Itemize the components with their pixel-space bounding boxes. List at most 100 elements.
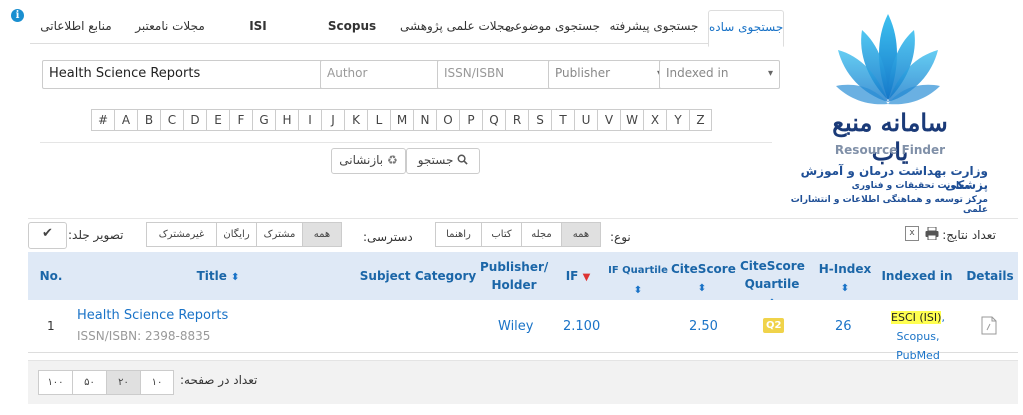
type-option-journal[interactable]: مجله <box>521 222 561 247</box>
alphabet-letter[interactable]: M <box>390 109 413 131</box>
access-option-nonsubscribed[interactable]: غیرمشترک <box>146 222 216 247</box>
alphabet-letter[interactable]: N <box>413 109 436 131</box>
access-filter-group: غیرمشترک رایگان مشترک همه <box>146 222 342 247</box>
alphabet-letter[interactable]: S <box>528 109 551 131</box>
hindex-value: 26 <box>835 319 852 334</box>
search-button-label: جستجو <box>417 153 454 167</box>
access-option-all[interactable]: همه <box>302 222 342 247</box>
publisher-select[interactable]: Publisher <box>548 60 669 89</box>
results-table-header: No. Title ⬍ Subject Category Publisher/ … <box>28 252 1018 309</box>
alphabet-letter[interactable]: W <box>620 109 643 131</box>
col-details: Details <box>966 269 1014 283</box>
search-tabs: جستجوی ساده جستجوی پیشرفته جستجوی موضوعی… <box>30 8 784 47</box>
publisher-link[interactable]: Wiley <box>498 319 533 334</box>
alphabet-letter[interactable]: O <box>436 109 459 131</box>
details-icon[interactable] <box>981 316 997 338</box>
col-publisher: Publisher/ Holder <box>480 260 549 292</box>
col-hindex[interactable]: H-Index ⬍ <box>818 260 872 298</box>
col-citescore-label: CiteScore <box>671 262 736 276</box>
search-button[interactable]: جستجو <box>406 148 480 174</box>
type-option-guide[interactable]: راهنما <box>435 222 481 247</box>
alphabet-letter[interactable]: # <box>91 109 114 131</box>
alphabet-letter[interactable]: U <box>574 109 597 131</box>
logo-title: سامانه منبع یاب <box>832 108 948 166</box>
sort-icon: ⬍ <box>633 285 643 296</box>
alphabet-letter[interactable]: P <box>459 109 482 131</box>
alphabet-letter[interactable]: E <box>206 109 229 131</box>
info-icon[interactable]: i <box>11 9 24 22</box>
tab-scopus[interactable]: Scopus <box>322 16 382 44</box>
alphabet-letter[interactable]: Q <box>482 109 505 131</box>
tab-subject-search[interactable]: جستجوی موضوعی <box>505 16 600 44</box>
alphabet-letter[interactable]: A <box>114 109 137 131</box>
col-title-label: Title <box>196 269 227 283</box>
col-title[interactable]: Title ⬍ <box>178 267 258 287</box>
col-subject: Subject Category <box>359 269 477 283</box>
page-size-50[interactable]: ۵۰ <box>72 370 106 395</box>
alphabet-letter[interactable]: H <box>275 109 298 131</box>
tab-invalid-journals[interactable]: مجلات نامعتبر <box>130 16 210 44</box>
search-panel: Health Science Reports Author ISSN/ISBN … <box>30 44 782 186</box>
page-size-100[interactable]: ۱۰۰ <box>38 370 72 395</box>
col-no: No. <box>39 269 63 283</box>
tab-simple-search[interactable]: جستجوی ساده <box>708 10 784 47</box>
alphabet-letter[interactable]: X <box>643 109 666 131</box>
col-if-label: IF <box>565 269 579 283</box>
col-if-quartile[interactable]: IF Quartile ⬍ <box>606 260 670 300</box>
sort-icon: ⬍ <box>840 283 850 294</box>
type-option-book[interactable]: کتاب <box>481 222 521 247</box>
indexed-in-select[interactable]: Indexed in <box>659 60 780 89</box>
alphabet-letter[interactable]: L <box>367 109 390 131</box>
journal-title-link[interactable]: Health Science Reports <box>77 308 228 323</box>
recycle-icon: ♻ <box>386 153 398 167</box>
cover-toggle-button[interactable]: ✔ <box>28 222 67 249</box>
sort-desc-icon: ▼ <box>582 272 591 283</box>
alphabet-letter[interactable]: V <box>597 109 620 131</box>
page-size-10[interactable]: ۱۰ <box>140 370 174 395</box>
alphabet-filter: # A B C D E F G H I J K L M N O P Q R S T U V W X Y Z <box>91 109 712 131</box>
excel-export-icon[interactable]: x <box>905 226 919 241</box>
tab-isi[interactable]: ISI <box>243 16 273 44</box>
tab-advanced-search[interactable]: جستجوی پیشرفته <box>605 16 703 44</box>
results-count: تعداد نتایج: ۱ <box>932 228 996 242</box>
access-option-free[interactable]: رایگان <box>216 222 256 247</box>
title-search-input[interactable]: Health Science Reports <box>42 60 330 89</box>
alphabet-letter[interactable]: Z <box>689 109 712 131</box>
alphabet-letter[interactable]: K <box>344 109 367 131</box>
author-input[interactable]: Author <box>320 60 447 89</box>
quartile-label: Q2 <box>763 318 785 333</box>
citescore-value: 2.50 <box>689 319 718 334</box>
alphabet-letter[interactable]: G <box>252 109 275 131</box>
reset-button[interactable]: بازنشانی ♻ <box>331 148 406 174</box>
type-option-all[interactable]: همه <box>561 222 601 247</box>
col-citescore[interactable]: CiteScore ⬍ <box>671 260 736 298</box>
alphabet-letter[interactable]: B <box>137 109 160 131</box>
alphabet-letter[interactable]: F <box>229 109 252 131</box>
indexed-in-cell: ESCI (ISI), Scopus, PubMed <box>873 308 963 365</box>
check-icon: ✔ <box>42 226 53 241</box>
alphabet-letter[interactable]: I <box>298 109 321 131</box>
alphabet-letter[interactable]: D <box>183 109 206 131</box>
alphabet-letter[interactable]: C <box>160 109 183 131</box>
alphabet-letter[interactable]: Y <box>666 109 689 131</box>
type-filter-label: نوع: <box>610 230 631 244</box>
indexed-isi-highlight[interactable]: ESCI (ISI) <box>891 311 942 324</box>
print-icon[interactable] <box>925 226 939 243</box>
col-citescore-quartile-label: CiteScore Quartile <box>740 259 805 291</box>
col-if-quartile-label: IF Quartile <box>608 265 668 276</box>
sort-icon: ⬍ <box>697 283 707 294</box>
issn-input[interactable]: ISSN/ISBN <box>437 60 558 89</box>
access-option-subscribed[interactable]: مشترک <box>256 222 302 247</box>
page-size-20[interactable]: ۲۰ <box>106 370 140 395</box>
alphabet-letter[interactable]: T <box>551 109 574 131</box>
page-size-group: ۱۰۰ ۵۰ ۲۰ ۱۰ <box>38 370 174 395</box>
tab-information-sources[interactable]: منابع اطلاعاتی <box>36 16 116 44</box>
logo-subtitle: Resource Finder <box>834 143 946 157</box>
col-if[interactable]: IF ▼ <box>558 267 598 287</box>
alphabet-letter[interactable]: J <box>321 109 344 131</box>
tab-research-journals[interactable]: مجلات علمی پژوهشی <box>400 16 511 44</box>
sort-icon: ⬍ <box>231 272 240 283</box>
lotus-logo-icon <box>832 8 944 112</box>
alphabet-letter[interactable]: R <box>505 109 528 131</box>
page-size-label: تعداد در صفحه: <box>180 373 258 387</box>
